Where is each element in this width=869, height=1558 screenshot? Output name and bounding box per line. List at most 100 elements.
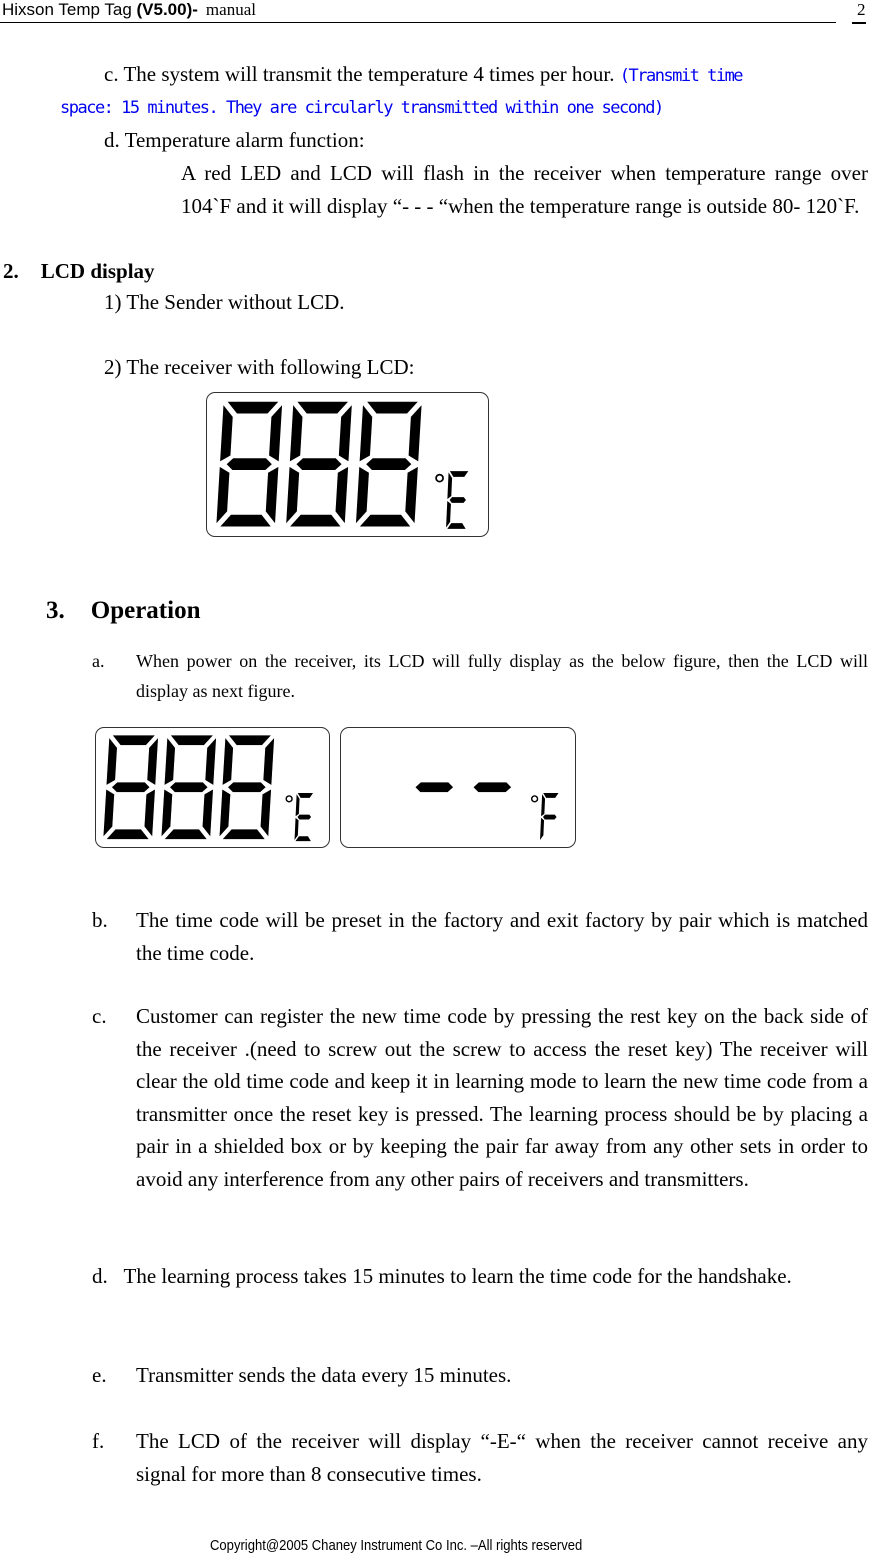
item-c-text: c. The system will transmit the temperat… xyxy=(104,62,615,86)
degree-symbol-icon xyxy=(435,473,444,483)
unit-segment-e xyxy=(294,817,299,841)
temperature-unit-glyph xyxy=(540,793,559,841)
unit-segment-f xyxy=(541,794,546,817)
lcd-segment-c xyxy=(334,465,349,525)
lcd-digit xyxy=(472,781,512,793)
page-number: 2 xyxy=(857,0,866,19)
lcd-segment-b xyxy=(268,403,283,463)
section-3-title: Operation xyxy=(90,597,201,624)
section-2-number: 2. xyxy=(3,259,19,283)
degree-symbol-icon xyxy=(285,795,293,803)
lcd-segment-e xyxy=(102,788,115,838)
lcd-segments xyxy=(215,400,469,529)
op-item-d-label: d. xyxy=(92,1264,108,1288)
lcd-segment-b xyxy=(146,736,159,786)
unit-segment-f xyxy=(447,472,453,500)
lcd-segment-c xyxy=(259,788,272,838)
lcd-segment-a xyxy=(169,734,214,746)
section-3-heading: 3. Operation xyxy=(46,594,200,628)
lcd-startup-figure xyxy=(95,727,330,848)
lcd-digit xyxy=(355,400,423,528)
section-2-item-1: 1) The Sender without LCD. xyxy=(104,290,345,314)
header-rule xyxy=(0,22,836,23)
lcd-segment-c xyxy=(143,788,156,838)
lcd-segments xyxy=(414,781,559,841)
lcd-segment-e xyxy=(355,465,370,525)
lcd-segment-d xyxy=(105,828,150,840)
header-manual-label: manual xyxy=(205,0,256,19)
op-item-f-label: f. xyxy=(92,1429,105,1453)
page-number-rule xyxy=(852,22,866,24)
unit-segment-a xyxy=(297,793,314,798)
unit-segment-g xyxy=(297,814,312,820)
lcd-segment-d xyxy=(288,513,342,528)
op-item-c-text: Customer can register the new time code … xyxy=(136,1004,868,1191)
lcd-digit xyxy=(285,400,353,528)
lcd-digit xyxy=(160,734,217,840)
op-item-e-text: Transmitter sends the data every 15 minu… xyxy=(136,1363,512,1387)
lcd-digit xyxy=(215,400,283,528)
lcd-segment-a xyxy=(227,734,272,746)
unit-segment-d xyxy=(447,523,466,529)
item-c-note-line2: space: 15 minutes. They are circularly t… xyxy=(60,98,664,118)
lcd-segment-b xyxy=(407,403,423,463)
lcd-segment-b xyxy=(204,736,217,786)
section-2-heading: 2. LCD display xyxy=(3,256,155,286)
temperature-unit-glyph xyxy=(294,793,314,842)
lcd-segment-d xyxy=(221,828,266,840)
lcd-segment-g xyxy=(414,781,454,793)
unit-segment-a xyxy=(543,793,559,798)
section-2-title: LCD display xyxy=(40,259,155,283)
copyright-footer: Copyright@2005 Chaney Instrument Co Inc.… xyxy=(210,1538,583,1554)
op-item-c-label: c. xyxy=(92,1004,107,1028)
lcd-segment-a xyxy=(366,400,419,415)
lcd-segment-d xyxy=(219,513,272,528)
document-header-title: Hixson Temp Tag (V5.00)- manual xyxy=(2,0,256,20)
lcd-segment-g xyxy=(472,781,512,793)
op-item-b-label: b. xyxy=(92,908,108,932)
lcd-segment-a xyxy=(296,400,350,415)
lcd-segment-a xyxy=(111,734,156,746)
lcd-segment-g xyxy=(295,457,343,471)
op-item-b-text: The time code will be preset in the fact… xyxy=(136,908,868,965)
item-c-note-line1: (Transmit time xyxy=(619,66,744,86)
lcd-digit xyxy=(218,734,275,840)
lcd-full-display-figure xyxy=(206,392,489,537)
lcd-segment-a xyxy=(226,400,280,415)
lcd-segment-d xyxy=(163,828,208,840)
lcd-segment-c xyxy=(404,465,419,525)
lcd-segment-e xyxy=(215,465,231,525)
temperature-unit-glyph xyxy=(446,471,469,529)
unit-segment-f xyxy=(295,794,300,817)
lcd-next-figure xyxy=(340,727,576,848)
op-item-f-text: The LCD of the receiver will display “-E… xyxy=(136,1429,868,1486)
lcd-segment-f xyxy=(163,736,176,786)
lcd-segment-e xyxy=(285,465,300,525)
unit-segment-g xyxy=(542,814,557,820)
lcd-segment-f xyxy=(289,403,304,463)
degree-symbol-icon xyxy=(530,795,539,803)
unit-segment-a xyxy=(449,471,469,477)
lcd-segment-e xyxy=(218,788,231,838)
section-3-number: 3. xyxy=(46,597,65,624)
lcd-segments xyxy=(102,734,314,842)
lcd-segment-g xyxy=(227,781,267,793)
item-d-title: d. Temperature alarm function: xyxy=(104,128,365,152)
op-item-d-text: The learning process takes 15 minutes to… xyxy=(123,1264,792,1288)
lcd-digit xyxy=(414,781,454,793)
op-item-a-label: a. xyxy=(92,651,105,671)
unit-segment-e xyxy=(540,817,545,841)
lcd-digit xyxy=(102,734,159,840)
lcd-segment-d xyxy=(358,513,412,528)
lcd-segment-b xyxy=(338,403,353,463)
lcd-segment-c xyxy=(265,465,280,525)
lcd-segment-f xyxy=(358,403,373,463)
unit-segment-d xyxy=(295,836,311,842)
section-2-item-2: 2) The receiver with following LCD: xyxy=(104,355,415,379)
lcd-segment-g xyxy=(365,457,413,471)
lcd-segment-b xyxy=(262,736,275,786)
lcd-segment-g xyxy=(225,457,273,471)
op-item-e-label: e. xyxy=(92,1363,107,1387)
header-version: (V5.00)- xyxy=(136,0,198,19)
unit-segment-e xyxy=(446,500,451,528)
